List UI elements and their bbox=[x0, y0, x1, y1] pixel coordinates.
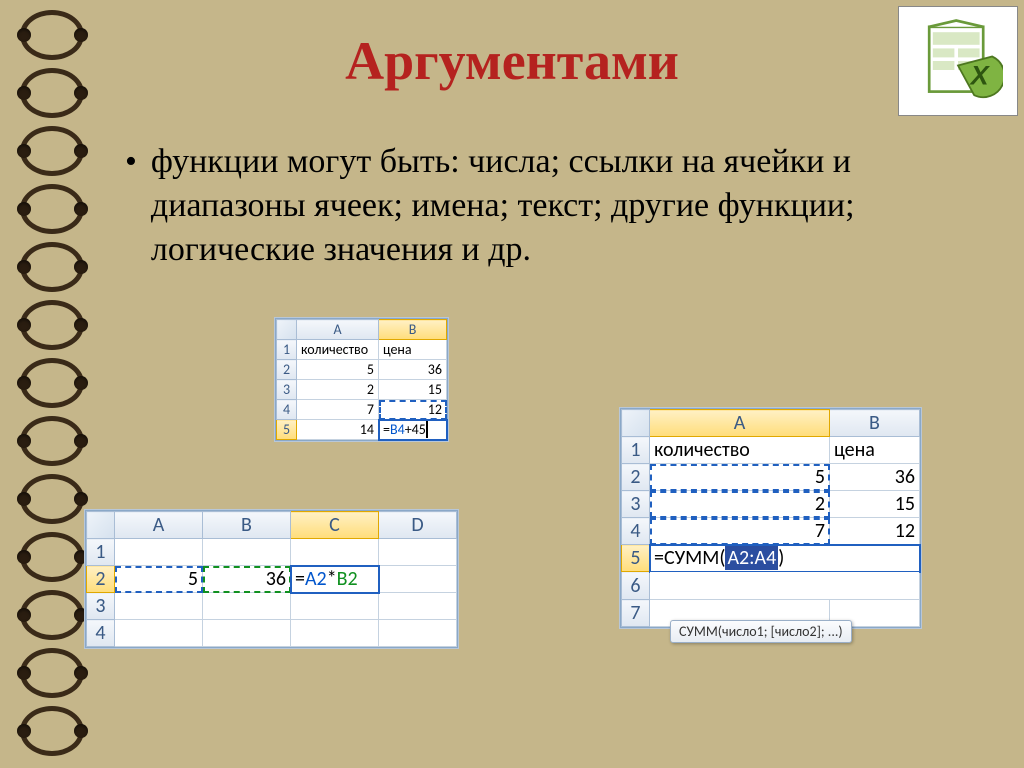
select-all-corner bbox=[277, 320, 297, 340]
spiral-binding: // rings generated below by hydration — … bbox=[20, 0, 90, 768]
cell bbox=[379, 566, 457, 593]
row-header: 5 bbox=[622, 545, 650, 572]
row-header: 1 bbox=[277, 340, 297, 360]
cell: 12 bbox=[830, 518, 920, 545]
row-header: 6 bbox=[622, 572, 650, 600]
cell bbox=[291, 593, 379, 620]
excel-snippet-2: A B C D 1 2 5 36 =A2*B2 3 4 bbox=[85, 510, 458, 648]
cell bbox=[203, 620, 291, 647]
row-header: 5 bbox=[277, 420, 297, 440]
cell: 2 bbox=[297, 380, 379, 400]
body-text: • функции могут быть: числа; ссылки на я… bbox=[125, 140, 984, 273]
cell-range-top: 5 bbox=[650, 464, 830, 491]
row-header: 7 bbox=[622, 600, 650, 627]
cell-referenced: 36 bbox=[203, 566, 291, 593]
row-header: 4 bbox=[87, 620, 115, 647]
cell bbox=[379, 593, 457, 620]
cell-range-mid: 2 bbox=[650, 491, 830, 518]
cell bbox=[650, 572, 920, 600]
row-header: 2 bbox=[622, 464, 650, 491]
cell: цена bbox=[830, 437, 920, 464]
cell: 15 bbox=[830, 491, 920, 518]
formula-prefix: =СУММ( bbox=[654, 546, 725, 570]
formula-prefix: = bbox=[383, 421, 390, 438]
formula-range: A2:A4 bbox=[725, 546, 778, 570]
cell-referenced: 5 bbox=[115, 566, 203, 593]
cell-range-bot: 7 bbox=[650, 518, 830, 545]
row-header: 4 bbox=[277, 400, 297, 420]
formula-suffix: +45 bbox=[405, 421, 428, 438]
excel-snippet-3: A B 1 количество цена 2 5 36 3 2 15 4 7 … bbox=[620, 408, 921, 628]
formula-cell[interactable]: =СУММ(A2:A4) bbox=[650, 545, 920, 572]
cell: 5 bbox=[297, 360, 379, 380]
formula-cell[interactable]: =A2*B2 bbox=[291, 566, 379, 593]
cell: 36 bbox=[830, 464, 920, 491]
body-paragraph: функции могут быть: числа; ссылки на яче… bbox=[151, 140, 984, 273]
cell bbox=[291, 620, 379, 647]
excel-snippet-1: A B 1 количество цена 2 5 36 3 2 15 4 7 … bbox=[275, 318, 448, 441]
cell bbox=[291, 539, 379, 566]
cell bbox=[115, 593, 203, 620]
cell: количество bbox=[650, 437, 830, 464]
bullet-icon: • bbox=[125, 140, 137, 273]
row-header: 2 bbox=[277, 360, 297, 380]
cell bbox=[115, 539, 203, 566]
row-header: 1 bbox=[87, 539, 115, 566]
col-header-a: A bbox=[297, 320, 379, 340]
formula-ref: B4 bbox=[390, 421, 405, 438]
col-header-c: C bbox=[291, 512, 379, 539]
row-header: 3 bbox=[622, 491, 650, 518]
cell bbox=[379, 539, 457, 566]
cell bbox=[379, 620, 457, 647]
select-all-corner bbox=[622, 410, 650, 437]
row-header: 4 bbox=[622, 518, 650, 545]
function-tooltip: СУММ(число1; [число2]; ...) bbox=[670, 620, 852, 643]
slide-title: Аргументами bbox=[0, 30, 1024, 92]
col-header-b: B bbox=[203, 512, 291, 539]
row-header: 1 bbox=[622, 437, 650, 464]
cell: 7 bbox=[297, 400, 379, 420]
col-header-b: B bbox=[830, 410, 920, 437]
row-header: 3 bbox=[87, 593, 115, 620]
row-header: 2 bbox=[87, 566, 115, 593]
formula-ref-a: A2 bbox=[305, 567, 327, 591]
cell: 36 bbox=[379, 360, 447, 380]
cell: цена bbox=[379, 340, 447, 360]
cell: 15 bbox=[379, 380, 447, 400]
col-header-b: B bbox=[379, 320, 447, 340]
col-header-a: A bbox=[650, 410, 830, 437]
cell bbox=[203, 539, 291, 566]
row-header: 3 bbox=[277, 380, 297, 400]
formula-ref-b: B2 bbox=[337, 567, 358, 591]
formula-prefix: = bbox=[295, 567, 305, 591]
col-header-a: A bbox=[115, 512, 203, 539]
cell: количество bbox=[297, 340, 379, 360]
formula-op: * bbox=[327, 567, 337, 591]
formula-suffix: ) bbox=[778, 546, 784, 570]
cell-referenced: 12 bbox=[379, 400, 447, 420]
cell bbox=[203, 593, 291, 620]
select-all-corner bbox=[87, 512, 115, 539]
cell bbox=[115, 620, 203, 647]
cell: 14 bbox=[297, 420, 379, 440]
col-header-d: D bbox=[379, 512, 457, 539]
formula-cell[interactable]: =B4+45 bbox=[379, 420, 447, 440]
